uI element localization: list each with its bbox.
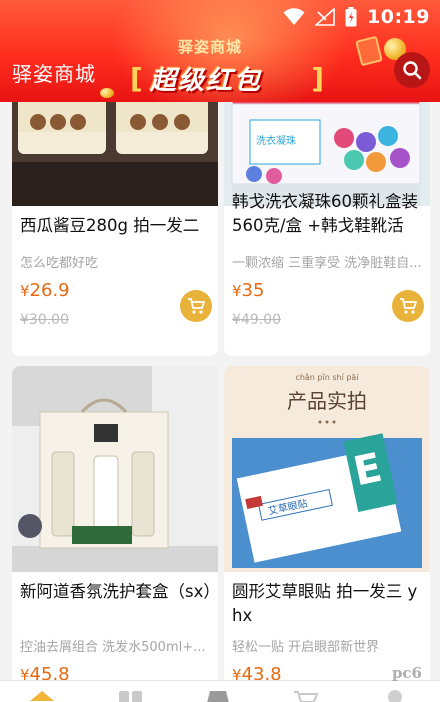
product-description: 控油去屑组合 洗发水500ml+... <box>20 640 206 655</box>
gold-coin-decoration <box>100 88 114 98</box>
product-card[interactable]: chǎn pǐn shí pāi 产品实拍 E 艾草眼贴 圆形艾草眼贴 拍一发三… <box>224 366 430 696</box>
promo-bracket-left: [ <box>130 62 143 95</box>
tab-home[interactable] <box>28 689 56 702</box>
product-name: 新阿道香氛洗护套盒（sx） <box>20 582 212 601</box>
cart-icon <box>400 298 417 314</box>
product-description: 轻松一贴 开启眼部新世界 <box>232 640 380 655</box>
product-card[interactable]: 新阿道香氛洗护套盒（sx） 控油去屑组合 洗发水500ml+... ¥45.8 <box>12 366 218 696</box>
product-description: 一颗浓缩 三重享受 洗净脏鞋自... <box>232 256 422 271</box>
shampoo-gift-set-illustration <box>12 366 218 572</box>
product-name: 西瓜酱豆280g 拍一发二 hc <box>20 216 200 235</box>
tab-category[interactable] <box>118 689 144 702</box>
product-card[interactable]: 洗衣凝珠 韩戈洗衣凝珠60颗礼盒装560克/盒 +韩戈鞋靴活氧... 一颗浓缩 … <box>224 82 430 356</box>
price-value: 26.9 <box>29 280 70 301</box>
add-to-cart-button[interactable] <box>392 290 424 322</box>
tab-cart[interactable] <box>292 689 320 702</box>
search-button[interactable] <box>394 52 430 88</box>
promo-title: 超级红包 <box>150 66 263 96</box>
product-name: 圆形艾草眼贴 拍一发三 yhx <box>232 582 418 625</box>
status-time: 10:19 <box>367 6 430 28</box>
product-price: ¥35 <box>232 280 264 301</box>
promo-subtitle: 驿姿商城 <box>178 38 243 56</box>
header-banner: 10:19 驿姿商城 驿姿商城 [ 超级红包 ] <box>0 0 440 102</box>
bottom-tab-bar <box>0 680 440 702</box>
add-to-cart-button[interactable] <box>180 290 212 322</box>
product-image <box>12 366 218 572</box>
price-value: 35 <box>241 280 265 301</box>
product-name: 韩戈洗衣凝珠60颗礼盒装560克/盒 +韩戈鞋靴活氧... <box>232 192 418 235</box>
signal-icon <box>315 8 335 26</box>
app-screen: 10:19 驿姿商城 驿姿商城 [ 超级红包 ] 西瓜酱豆280g 拍一发二 怎… <box>0 0 440 702</box>
cart-icon <box>188 298 205 314</box>
cart-icon <box>294 691 319 702</box>
category-icon <box>119 691 142 702</box>
red-envelope-decoration <box>355 35 383 67</box>
image-caption: 产品实拍 <box>287 389 367 413</box>
search-icon <box>403 61 422 80</box>
product-card[interactable]: 酱豆 酱豆 西瓜酱豆280g 拍一发二 hc 怎么吃都好吃 ¥26.9 ¥30.… <box>12 82 218 356</box>
promo-bracket-right: ] <box>311 62 324 95</box>
currency-symbol: ¥ <box>20 282 30 300</box>
promo-banner[interactable]: 驿姿商城 [ 超级红包 ] <box>128 30 324 100</box>
product-original-price: ¥30.00 <box>20 312 69 328</box>
battery-icon <box>345 7 357 27</box>
product-price: ¥26.9 <box>20 280 70 301</box>
app-title: 驿姿商城 <box>12 62 96 86</box>
product-original-price: ¥49.00 <box>232 312 281 328</box>
box-label: 洗衣凝珠 <box>256 134 296 147</box>
tab-shop[interactable] <box>204 689 232 702</box>
product-image: chǎn pǐn shí pāi 产品实拍 E 艾草眼贴 <box>224 366 430 572</box>
status-bar: 10:19 <box>283 6 430 28</box>
profile-icon <box>388 690 402 702</box>
wifi-icon <box>283 8 305 25</box>
image-pinyin: chǎn pǐn shí pāi <box>295 373 358 382</box>
home-icon <box>30 691 54 701</box>
product-description: 怎么吃都好吃 <box>20 256 99 271</box>
eye-patch-box-illustration: chǎn pǐn shí pāi 产品实拍 E 艾草眼贴 <box>224 366 430 572</box>
tab-profile[interactable] <box>382 689 408 702</box>
watermark-logo: pc6 <box>391 664 422 682</box>
shop-icon <box>207 691 229 702</box>
currency-symbol: ¥ <box>232 282 242 300</box>
